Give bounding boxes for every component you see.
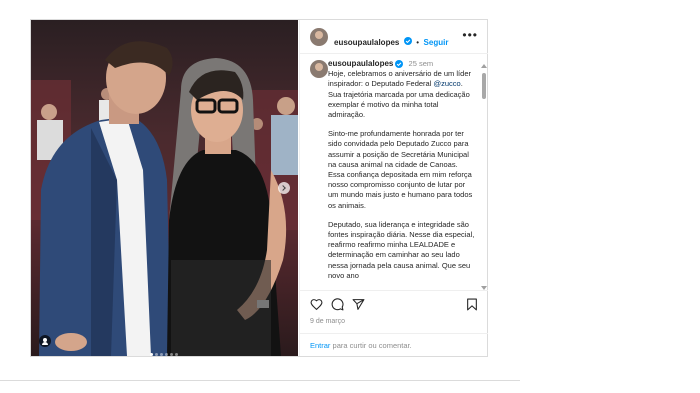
- action-bar: [300, 290, 488, 319]
- post-date: 9 de março: [310, 318, 346, 325]
- comment-prompt-text: para curtir ou comentar.: [330, 341, 412, 350]
- scroll-up-arrow-icon[interactable]: [481, 64, 487, 68]
- carousel-dot: [175, 353, 178, 356]
- scrollbar-thumb[interactable]: [482, 73, 486, 99]
- heart-icon[interactable]: [310, 298, 323, 311]
- caption-username[interactable]: eusoupaulalopes: [328, 59, 393, 68]
- carousel-dot: [170, 353, 173, 356]
- caption-avatar[interactable]: [310, 60, 328, 78]
- more-options-button[interactable]: •••: [462, 28, 478, 42]
- page-divider: [0, 380, 520, 381]
- carousel-indicator: [149, 343, 179, 356]
- caption-text: eusoupaulalopes 25 sem Hoje, celebramos …: [328, 59, 476, 288]
- post-header: eusoupaulalopes • Seguir •••: [300, 20, 488, 54]
- verified-badge-icon: [395, 60, 404, 69]
- caption-p3: Deputado, sua liderança e integridade sã…: [328, 219, 475, 280]
- share-icon[interactable]: [352, 298, 365, 311]
- verified-badge-icon: [403, 36, 412, 45]
- caption-scrollbar[interactable]: [481, 64, 487, 290]
- carousel-dot: [150, 353, 153, 356]
- carousel-next-button[interactable]: [278, 182, 290, 194]
- separator-dot: •: [416, 38, 420, 47]
- comment-icon[interactable]: [331, 298, 344, 311]
- instagram-post: eusoupaulalopes • Seguir ••• eusoupaulal…: [30, 19, 488, 357]
- carousel-dot: [155, 353, 158, 356]
- mention-link[interactable]: @zucco: [433, 79, 460, 88]
- avatar[interactable]: [310, 28, 328, 46]
- photo-illustration: [31, 20, 298, 356]
- caption-p2: Sinto-me profundamente honrada por ter s…: [328, 129, 473, 210]
- comment-login-prompt: Entrar para curtir ou comentar.: [300, 333, 488, 357]
- post-time: 25 sem: [408, 59, 434, 68]
- bookmark-icon[interactable]: [466, 298, 478, 311]
- post-photo[interactable]: [31, 20, 298, 356]
- carousel-dot: [160, 353, 163, 356]
- caption-area: eusoupaulalopes 25 sem Hoje, celebramos …: [300, 56, 478, 288]
- post-side-panel: eusoupaulalopes • Seguir ••• eusoupaulal…: [299, 20, 488, 356]
- carousel-dot: [165, 353, 168, 356]
- login-link[interactable]: Entrar: [310, 341, 330, 350]
- username-link[interactable]: eusoupaulalopes: [334, 38, 399, 47]
- user-tag-icon[interactable]: [39, 335, 51, 347]
- follow-button[interactable]: Seguir: [424, 38, 449, 47]
